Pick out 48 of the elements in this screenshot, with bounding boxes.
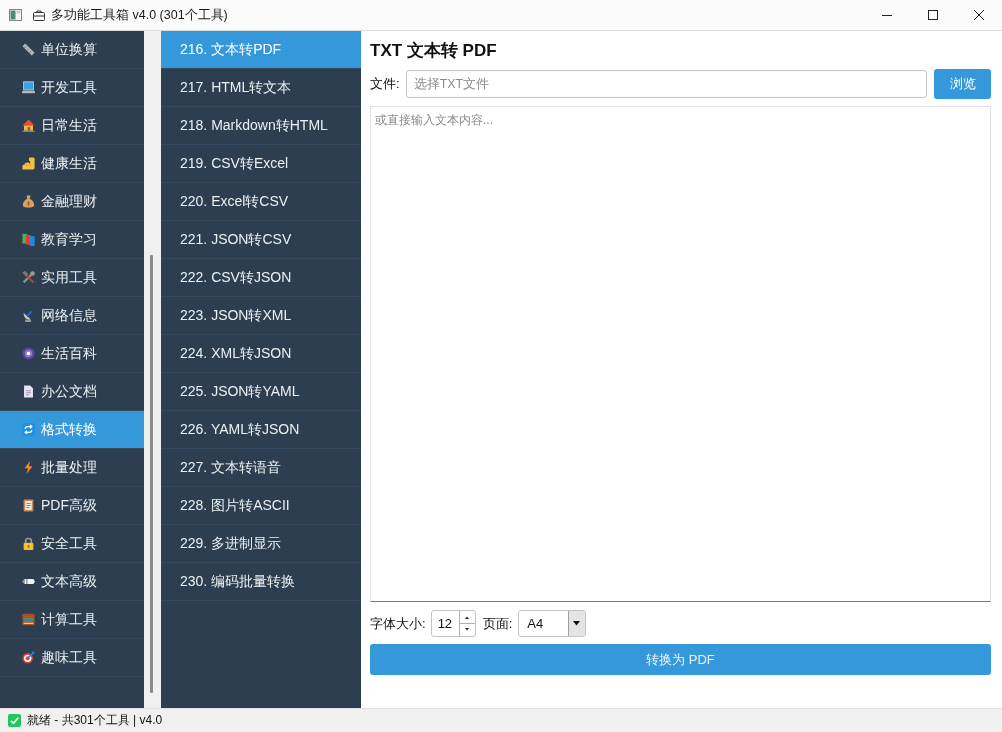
panel-title: TXT 文本转 PDF [370,40,498,62]
tool-item[interactable]: 226. YAML转JSON [161,411,361,449]
money-bag-icon [22,195,35,208]
tool-item[interactable]: 219. CSV转Excel [161,145,361,183]
font-size-spinbox[interactable]: 12 [430,610,476,637]
laptop-icon [22,81,35,94]
tool-item[interactable]: 217. HTML转文本 [161,69,361,107]
lock-icon [22,537,35,550]
scrollbar-thumb[interactable] [150,255,153,693]
lightning-icon [22,461,35,474]
text-input-area[interactable]: 或直接输入文本内容... [370,106,991,602]
minimize-icon [882,14,892,16]
tool-item[interactable]: 221. JSON转CSV [161,221,361,259]
app-window-icon [9,9,22,21]
tool-item[interactable]: 218. Markdown转HTML [161,107,361,145]
tools-icon [22,271,35,284]
page-size-dropdown[interactable]: A4 [518,610,587,637]
check-icon [8,714,21,727]
close-icon [974,10,984,20]
abacus-icon [22,613,35,626]
disc-icon [22,347,35,360]
tool-item[interactable]: 223. JSON转XML [161,297,361,335]
house-icon [22,119,35,132]
tool-item[interactable]: 229. 多进制显示 [161,525,361,563]
tool-item[interactable]: 228. 图片转ASCII [161,487,361,525]
status-text: 就绪 - 共301个工具 | v4.0 [27,712,163,729]
file-path-field[interactable]: 选择TXT文件 [405,70,927,98]
tool-item[interactable]: 220. Excel转CSV [161,183,361,221]
window-title: 多功能工具箱 v4.0 (301个工具) [51,6,228,24]
swap-arrows-icon [22,423,35,436]
font-size-label: 字体大小: [370,614,426,633]
briefcase-icon [33,9,45,21]
satellite-dish-icon [22,309,35,322]
target-icon [22,651,35,664]
tool-item[interactable]: 230. 编码批量转换 [161,563,361,601]
maximize-icon [928,10,938,20]
books-icon [22,233,35,246]
tool-item[interactable]: 222. CSV转JSON [161,259,361,297]
spin-arrows-icon [458,611,475,636]
file-label: 文件: [370,75,400,93]
flexed-arm-icon [22,157,35,170]
tool-item[interactable]: 224. XML转JSON [161,335,361,373]
tool-item[interactable]: 227. 文本转语音 [161,449,361,487]
ruler-icon [22,43,35,56]
page-label: 页面: [482,614,513,633]
clipboard-icon [22,499,35,512]
tool-item[interactable]: 225. JSON转YAML [161,373,361,411]
document-icon [22,385,35,398]
